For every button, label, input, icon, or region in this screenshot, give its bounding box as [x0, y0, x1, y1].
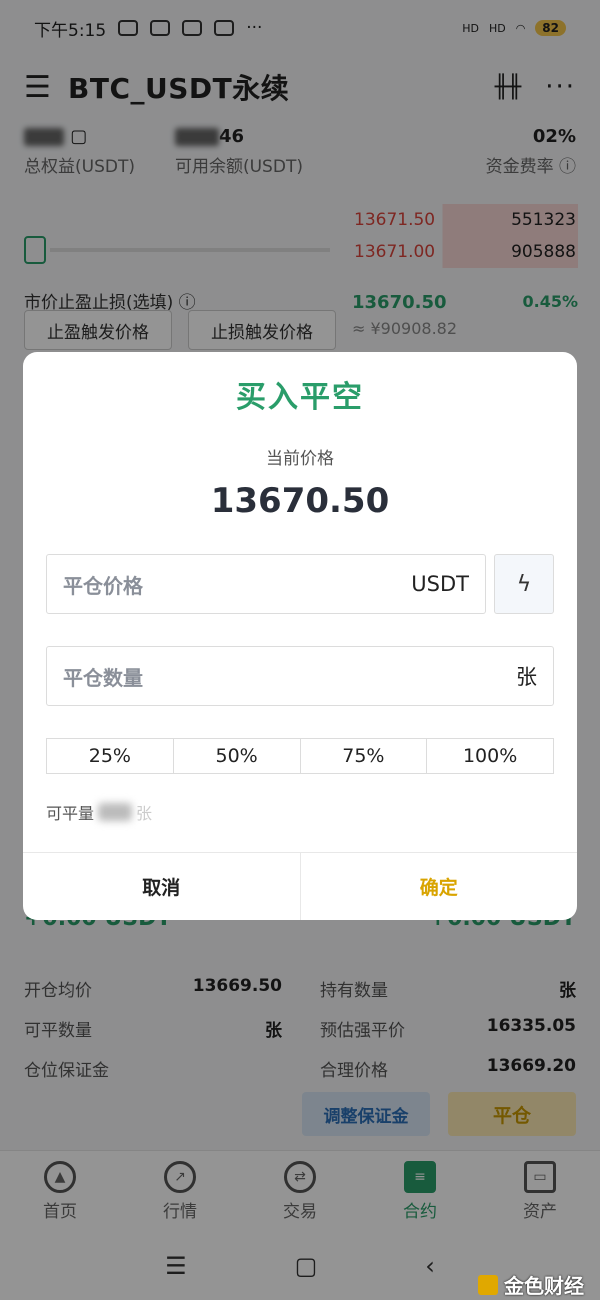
dialog-buttons: 取消 确定	[23, 852, 577, 920]
watermark-logo-icon	[478, 1274, 498, 1295]
current-price-label: 当前价格	[266, 449, 334, 469]
watermark-text: 金色财经	[504, 1274, 584, 1298]
watermark: 金色财经	[478, 1270, 584, 1299]
available-qty-unit: 张	[136, 804, 153, 823]
percent-25-button[interactable]: 25%	[47, 739, 174, 773]
close-qty-unit: 张	[516, 665, 537, 689]
close-price-input[interactable]: 平仓价格 USDT	[46, 554, 486, 614]
percent-selector: 25% 50% 75% 100%	[46, 738, 554, 774]
confirm-button[interactable]: 确定	[301, 853, 578, 920]
cancel-button[interactable]: 取消	[23, 853, 301, 920]
close-qty-input[interactable]: 平仓数量 张	[46, 646, 554, 706]
percent-50-button[interactable]: 50%	[174, 739, 301, 773]
percent-100-button[interactable]: 100%	[427, 739, 553, 773]
dialog-title: 买入平空	[236, 380, 364, 415]
available-qty-label: 可平量	[46, 804, 95, 823]
close-short-dialog: 买入平空 当前价格 13670.50 平仓价格 USDT ϟ 平仓数量 张 25…	[23, 352, 577, 920]
percent-75-button[interactable]: 75%	[301, 739, 428, 773]
available-qty-redacted	[98, 803, 133, 821]
flash-icon[interactable]: ϟ	[494, 554, 554, 614]
close-price-placeholder: 平仓价格	[63, 573, 143, 598]
close-qty-placeholder: 平仓数量	[63, 665, 143, 690]
available-qty: 可平量 张	[46, 800, 152, 824]
close-price-unit: USDT	[411, 572, 469, 596]
current-price-value: 13670.50	[210, 481, 390, 521]
